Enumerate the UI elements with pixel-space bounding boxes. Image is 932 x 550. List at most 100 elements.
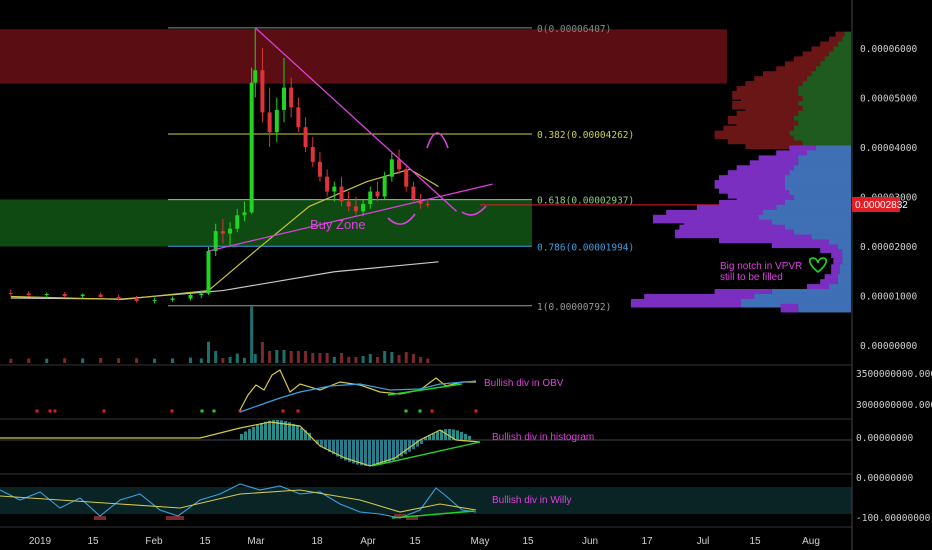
volume-bar <box>199 358 203 363</box>
candle-body <box>375 191 380 197</box>
candle-body <box>339 186 344 202</box>
histogram-bar <box>252 426 255 440</box>
candle-body <box>425 203 430 205</box>
histogram-bar <box>260 423 263 440</box>
obv-signal-dot <box>200 409 204 413</box>
candle-body <box>116 296 121 299</box>
volume-bar <box>426 358 430 363</box>
willy-annotation: Bullish div in Willy <box>492 495 571 506</box>
obv-signal-dot <box>430 409 434 413</box>
current-price-label: 0.00002832 <box>855 200 908 211</box>
time-tick-label: May <box>471 536 490 547</box>
vpvr-down-bar <box>780 303 799 313</box>
candle-body <box>152 299 157 301</box>
time-tick-label: 15 <box>749 536 761 547</box>
candle-body <box>382 176 387 197</box>
histogram-bar <box>456 430 459 440</box>
candle-body <box>98 294 103 297</box>
candle-body <box>346 201 351 207</box>
histogram-bar <box>392 440 395 461</box>
obv-signal-dot <box>48 409 52 413</box>
candle-body <box>296 107 301 128</box>
candle-body <box>44 294 49 296</box>
volume-bar <box>419 357 423 363</box>
candle-body <box>317 161 322 177</box>
candle-body <box>206 250 211 294</box>
price-tick-label: 0.00004000 <box>860 143 917 154</box>
candle-body <box>282 87 286 110</box>
candle-body <box>389 159 394 177</box>
candle-body <box>260 70 265 113</box>
time-tick-label: 15 <box>522 536 534 547</box>
time-tick-label: Feb <box>145 536 163 547</box>
candle-body <box>303 127 308 147</box>
histogram-bar <box>296 425 299 440</box>
price-tick-label: 0.00006000 <box>860 44 917 55</box>
histogram-bar <box>244 431 247 440</box>
histogram-bar <box>240 434 243 440</box>
fib-label: 1(0.00000792) <box>537 302 611 313</box>
zone-resistance <box>0 29 727 84</box>
volume-bar <box>228 357 232 363</box>
current-price-badge: 0.00002832 <box>852 197 908 212</box>
candle-body <box>199 293 204 296</box>
obv-signal-dot <box>35 409 39 413</box>
time-tick-label: Jun <box>582 536 598 547</box>
time-tick-label: 2019 <box>29 536 52 547</box>
histogram-bar <box>372 440 375 466</box>
candle-body <box>274 109 279 133</box>
candle-body <box>404 169 409 187</box>
histogram-bar <box>300 427 303 440</box>
volume-bar <box>390 352 394 363</box>
candle-body <box>213 231 218 251</box>
histogram-bar <box>388 440 391 463</box>
candle-body <box>253 70 258 83</box>
candle-body <box>242 212 247 216</box>
volume-bar <box>354 357 358 363</box>
candle-body <box>170 298 175 300</box>
obv-signal-dot <box>404 409 408 413</box>
obv-pane-bg <box>0 366 852 418</box>
volume-bar <box>368 354 372 363</box>
volume-bar <box>221 358 225 363</box>
histogram-bar <box>448 429 451 440</box>
obv-signal-dot <box>102 409 106 413</box>
candle-body <box>62 294 67 296</box>
volume-bar <box>411 354 415 363</box>
volume-bar <box>340 353 344 363</box>
candle-body <box>8 293 13 295</box>
volume-bar <box>325 353 329 363</box>
time-tick-label: Mar <box>247 536 265 547</box>
volume-bar <box>260 342 264 363</box>
histogram-bar <box>364 440 367 466</box>
volume-bar <box>99 358 103 363</box>
histogram-bar <box>380 440 383 465</box>
candle-body <box>325 176 330 192</box>
candle-body <box>289 87 294 108</box>
volume-bar <box>45 358 49 363</box>
histogram-bar <box>460 431 463 440</box>
histogram-bar <box>360 440 363 466</box>
price-tick-label: 0.00002000 <box>860 242 917 253</box>
volume-bar <box>404 352 408 363</box>
time-tick-label: 17 <box>641 536 653 547</box>
volume-bar <box>347 357 351 363</box>
candle-body <box>361 203 366 212</box>
volume-bar <box>117 358 121 363</box>
candle-body <box>220 231 225 234</box>
volume-bar <box>253 354 257 363</box>
histogram-bar <box>356 440 359 465</box>
candle-body <box>332 186 337 192</box>
vpvr-up-bar <box>798 303 851 313</box>
indicator-tick-label: 0.00000000 <box>856 473 913 484</box>
volume-bar <box>268 351 272 363</box>
volume-bar <box>250 306 254 363</box>
volume-bar <box>304 351 308 363</box>
candle-body <box>411 186 416 199</box>
volume-bar <box>207 341 211 363</box>
obv-signal-dot <box>418 409 422 413</box>
histogram-bar <box>268 420 271 440</box>
volume-bar <box>375 357 379 363</box>
histogram-bar <box>248 429 251 440</box>
candle-body <box>228 228 233 234</box>
